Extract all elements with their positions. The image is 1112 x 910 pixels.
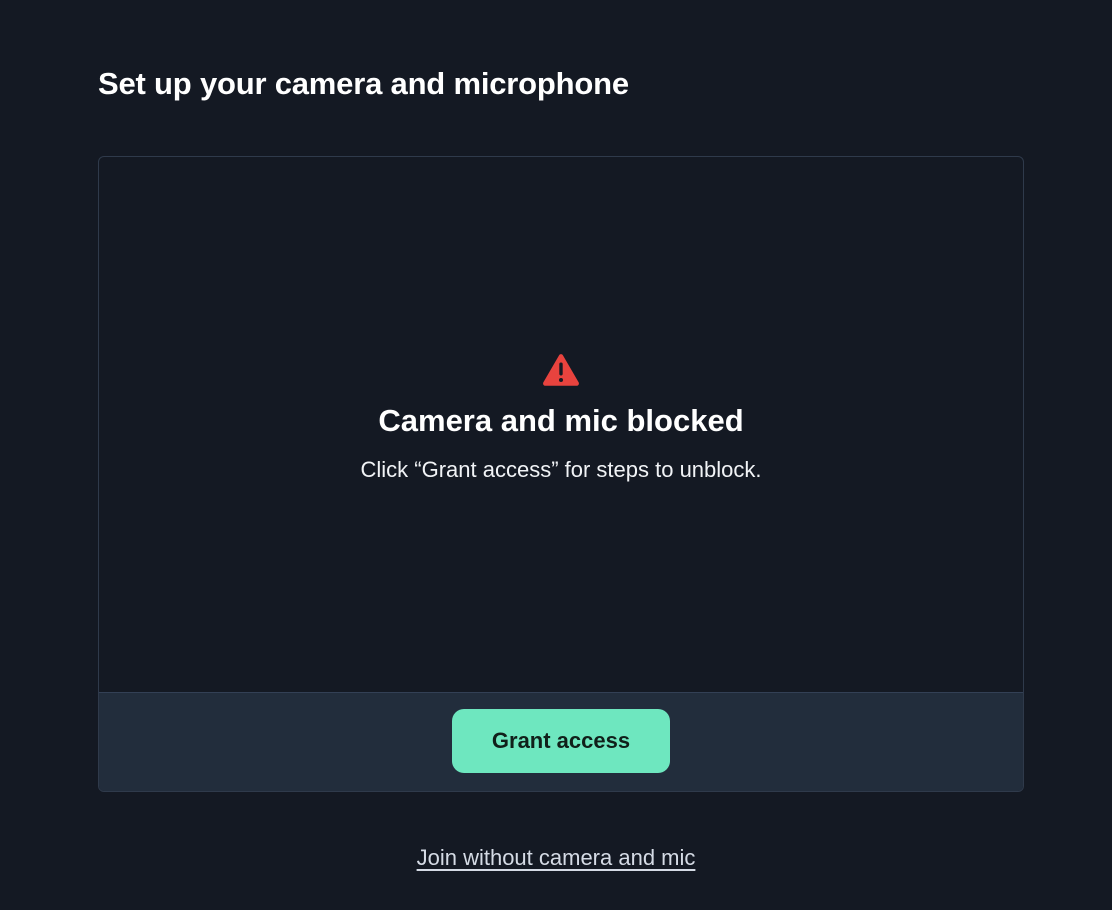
preview-action-bar: Grant access [99, 692, 1023, 791]
warning-triangle-icon [543, 354, 579, 386]
join-without-camera-link[interactable]: Join without camera and mic [0, 843, 1112, 873]
grant-access-button[interactable]: Grant access [452, 709, 670, 773]
page-title: Set up your camera and microphone [98, 66, 629, 101]
camera-preview-card: Camera and mic blocked Click “Grant acce… [98, 156, 1024, 792]
blocked-title: Camera and mic blocked [378, 403, 744, 438]
blocked-message: Click “Grant access” for steps to unbloc… [360, 457, 762, 482]
camera-preview-area: Camera and mic blocked Click “Grant acce… [99, 157, 1023, 694]
